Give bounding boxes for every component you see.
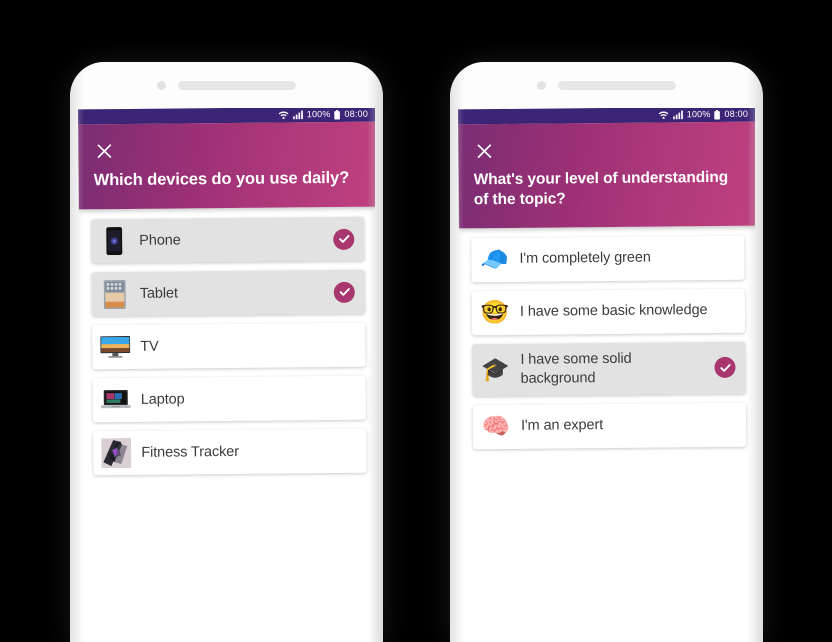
cellular-signal-icon	[292, 110, 303, 120]
list-item[interactable]: 🧠 I'm an expert	[472, 402, 747, 450]
option-label: Phone	[139, 231, 181, 249]
battery-full-icon	[714, 109, 721, 120]
list-item[interactable]: 🎓 I have some solid background	[472, 341, 746, 397]
wifi-icon	[658, 110, 669, 119]
wifi-icon	[278, 110, 289, 119]
cellular-signal-icon	[672, 110, 683, 120]
blue-cap-glyph: 🧢	[479, 246, 509, 273]
close-x-icon[interactable]	[473, 140, 495, 162]
clock-label: 08:00	[344, 108, 369, 119]
screenshot-canvas: 100% 08:00 Which devices do you use dail…	[0, 0, 832, 642]
option-label: Laptop	[140, 390, 185, 408]
options-list: 🧢 I'm completely green 🤓 I have some bas…	[459, 225, 755, 450]
survey-header: Which devices do you use daily?	[78, 121, 375, 210]
front-camera-icon	[537, 80, 546, 90]
phone-screen: 100% 08:00 Which devices do you use dail…	[78, 108, 375, 642]
list-item[interactable]: Phone	[91, 216, 365, 264]
phone-screen: 100% 08:00 What's your level of understa…	[458, 108, 755, 642]
option-label: I'm completely green	[519, 249, 651, 267]
option-label: I'm an expert	[520, 417, 604, 435]
list-item[interactable]: Laptop	[92, 375, 366, 423]
knowledge-level-survey-phone: 100% 08:00 What's your level of understa…	[450, 62, 763, 642]
earpiece-speaker	[558, 80, 676, 90]
option-label: I have some solid background	[520, 350, 632, 387]
option-label: Fitness Tracker	[141, 443, 239, 461]
close-x-icon[interactable]	[93, 140, 115, 162]
nerd-face-glyph: 🤓	[480, 299, 510, 326]
battery-percent-label: 100%	[306, 109, 331, 120]
list-item[interactable]: 🧢 I'm completely green	[471, 235, 745, 282]
fitness-tracker-thumbnail	[101, 438, 132, 469]
front-camera-icon	[157, 80, 166, 90]
page-title: What's your level of understanding of th…	[473, 168, 729, 209]
page-title: Which devices do you use daily?	[93, 168, 350, 190]
graduation-cap-emoji-icon: 🎓	[480, 355, 510, 385]
battery-full-icon	[334, 109, 341, 120]
devices-survey-phone: 100% 08:00 Which devices do you use dail…	[70, 62, 383, 642]
list-item[interactable]: TV	[92, 322, 366, 370]
phone-top-bezel	[70, 62, 383, 108]
earpiece-speaker	[178, 80, 296, 90]
laptop-thumbnail	[100, 385, 131, 415]
option-label: I have some basic knowledge	[519, 302, 708, 320]
brain-glyph: 🧠	[481, 413, 511, 440]
phone-top-bezel	[450, 62, 763, 108]
check-circle-icon[interactable]	[333, 281, 355, 303]
check-circle-icon[interactable]	[714, 357, 736, 379]
option-label: TV	[140, 338, 159, 355]
survey-header: What's your level of understanding of th…	[458, 121, 755, 229]
clock-label: 08:00	[724, 108, 749, 119]
list-item[interactable]: Tablet	[91, 269, 365, 317]
list-item[interactable]: 🤓 I have some basic knowledge	[471, 288, 746, 335]
option-label: Tablet	[139, 285, 178, 302]
television-thumbnail	[100, 332, 131, 362]
brain-emoji-icon: 🧠	[481, 412, 511, 442]
options-list: Phone Tablet TV Laptop Fitness Tracker	[78, 206, 375, 476]
check-circle-icon[interactable]	[333, 228, 355, 250]
nerd-face-emoji-icon: 🤓	[480, 298, 510, 328]
battery-percent-label: 100%	[686, 109, 711, 120]
smartphone-thumbnail	[99, 226, 129, 256]
blue-cap-emoji-icon: 🧢	[479, 245, 509, 275]
list-item[interactable]: Fitness Tracker	[93, 428, 367, 476]
tablet-thumbnail	[100, 279, 130, 309]
graduation-cap-glyph: 🎓	[481, 356, 510, 383]
